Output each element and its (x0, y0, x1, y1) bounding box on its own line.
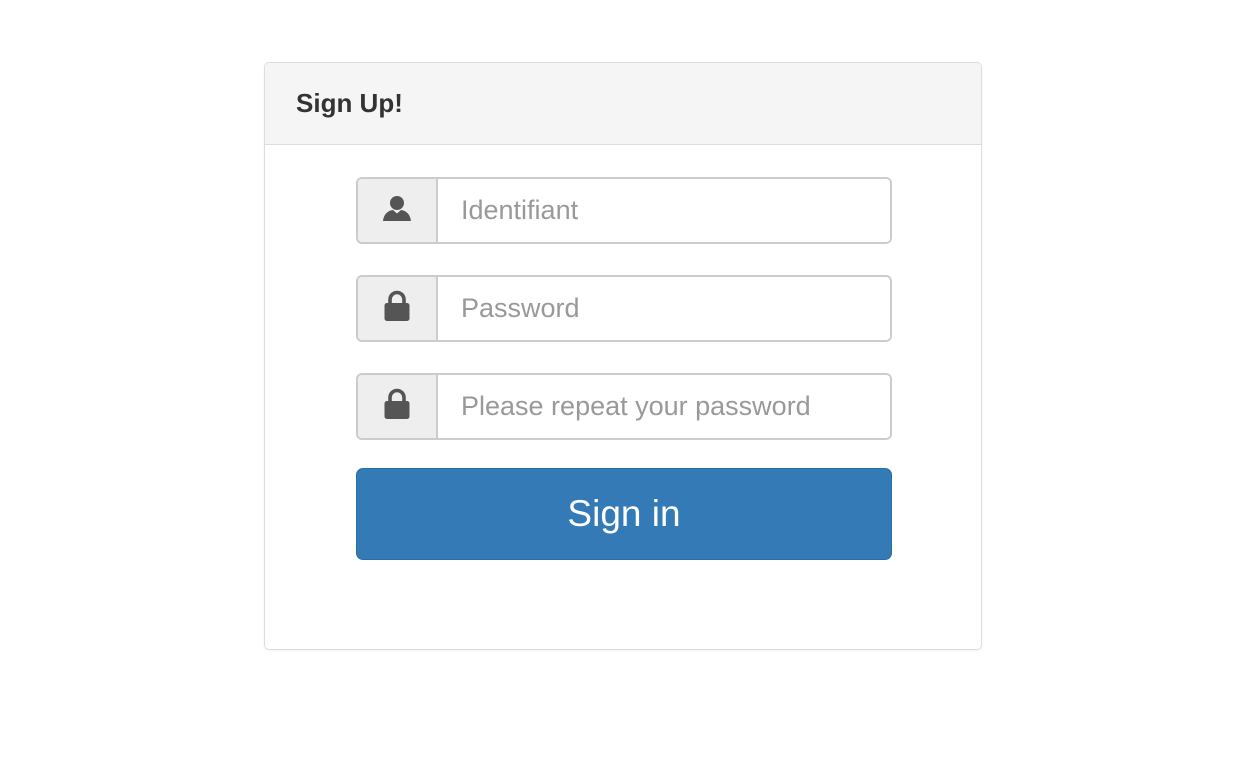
lock-icon (383, 388, 411, 425)
repeat-password-input-group (356, 373, 892, 440)
username-input-group (356, 177, 892, 244)
signup-form: Sign in (356, 177, 892, 560)
sign-in-button[interactable]: Sign in (356, 468, 892, 560)
lock-icon (383, 290, 411, 327)
signup-panel: Sign Up! Identifiant Sign in (264, 62, 982, 650)
username-addon (358, 179, 438, 242)
password-input-group (356, 275, 892, 342)
repeat-password-input[interactable] (438, 375, 890, 438)
password-input[interactable] (438, 277, 890, 340)
user-icon (382, 194, 412, 227)
panel-title: Sign Up! (296, 88, 403, 118)
username-input[interactable] (438, 179, 890, 242)
password-addon (358, 277, 438, 340)
repeat-password-addon (358, 375, 438, 438)
panel-heading: Sign Up! (265, 63, 981, 145)
